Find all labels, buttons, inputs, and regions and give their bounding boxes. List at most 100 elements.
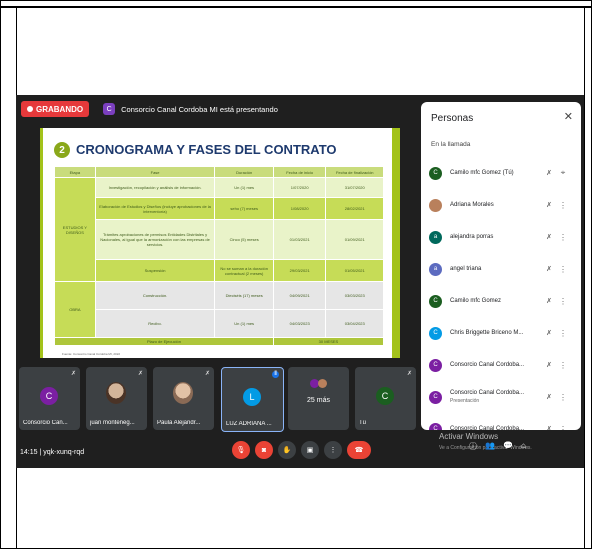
pin-icon[interactable]: ⌖ [556,168,570,178]
table-row: OBRA Construcción. Dieciséis (17) meses … [54,281,384,338]
activate-windows-title: Activar Windows [439,432,499,441]
avatar [318,379,327,388]
table-cell: Elaboración de Estudios y Diseños (inclu… [94,197,216,220]
more-options-icon[interactable]: ⋮ [556,233,570,242]
participant-name: Camilo mfc Gomez [450,297,542,305]
more-options-icon[interactable]: ⋮ [556,201,570,210]
recording-badge: GRABANDO [21,101,90,117]
more-options-icon[interactable]: ⋮ [556,361,570,370]
table-row: ESTUDIOS Y DISEÑOS Investigación, recopi… [54,177,384,282]
more-count: 25 más [307,397,330,404]
table-row: Suspensión No se suman a la duración con… [55,259,384,282]
close-icon[interactable]: ✕ [564,110,573,123]
table-total-row: Plazo de Ejecución 30 MESES [54,337,385,346]
camera-off-icon[interactable]: ◙ [255,441,273,459]
table-row: Recibo. Un (1) mes 04/03/2023 03/04/2023 [55,309,384,338]
table-cell: Suspensión [94,259,216,282]
presenter-avatar: C [103,103,116,115]
meet-topbar: GRABANDO C Consorcio Canal Cordoba MI es… [16,95,426,123]
participant-tile[interactable]: ✗ C Consorcio Can... [19,367,80,430]
more-options-icon[interactable]: ⋮ [556,393,570,402]
tile-name: Tú [359,420,367,426]
table-header-row: Etapa Fase Duración Fecha de inicio Fech… [54,166,384,178]
table-cell: Construcción. [94,281,216,310]
table-cell: 04/03/2023 [272,309,327,338]
participant-row[interactable]: a alejandra porras ✗ ⋮ [421,221,581,253]
table-cell: 1/08/2020 [272,197,327,220]
speaking-icon: ⦀ [272,371,279,378]
participant-row[interactable]: C Camilo mfc Gomez ✗ ⋮ [421,285,581,317]
present-screen-icon[interactable]: ▣ [301,441,319,459]
participant-row[interactable]: C Consorcio Canal Cordoba... ✗ ⋮ [421,349,581,381]
participant-tile[interactable]: ✗ juan monteneg... [86,367,147,430]
table-cell: No se suman a la duración contractual (2… [214,259,274,282]
mic-off-icon[interactable]: ✗ [542,297,556,305]
people-panel: Personas ✕ En la llamada C Camilo mfc Gom… [421,102,581,430]
participant-row[interactable]: C Chris Briggette Briceno M... ✗ ⋮ [421,317,581,349]
avatar: L [243,388,261,406]
mic-off-icon[interactable]: ✗ [542,361,556,369]
more-options-icon[interactable]: ⋮ [324,441,342,459]
mic-off-icon[interactable]: ✗ [542,393,556,401]
raise-hand-icon[interactable]: ✋ [278,441,296,459]
table-cell: 28/02/2021 [325,197,384,220]
more-options-icon[interactable]: ⋮ [556,265,570,274]
mic-off-icon[interactable]: ✗ [542,201,556,209]
more-options-icon[interactable]: ⋮ [556,297,570,306]
end-call-icon[interactable]: ☎ [347,441,371,459]
participant-name-text: alejandra porras [450,234,494,240]
mic-off-icon[interactable]: ✗ [542,169,556,177]
table-cell: 01/03/2021 [272,219,327,260]
table-cell: Un (1) mes [214,309,274,338]
avatar: a [429,262,442,276]
total-label: Plazo de Ejecución [54,337,274,346]
tile-name: juan monteneg... [90,420,135,426]
participant-tile-self[interactable]: ✗ C Tú [355,367,416,430]
tile-name: LUZ ADRIANA ... [226,421,272,427]
stage-cell: ESTUDIOS Y DISEÑOS [54,177,96,282]
chat-icon[interactable]: 💬 [503,441,513,452]
avatar [173,382,193,404]
schedule-table: Etapa Fase Duración Fecha de inicio Fech… [54,166,385,346]
more-options-icon[interactable]: ⋮ [556,329,570,338]
slide-left-bar [40,128,43,358]
more-options-icon[interactable]: ⋮ [556,425,570,431]
table-cell: 29/03/2021 [272,259,327,282]
activities-icon[interactable]: ⌂ [521,441,526,452]
table-row: Elaboración de Estudios y Diseños (inclu… [55,197,384,220]
table-cell: 03/04/2023 [325,309,384,338]
participant-list: C Camilo mfc Gomez (Tú) ✗ ⌖ Adriana Morales ✗… [421,157,581,430]
mic-off-icon[interactable]: ✗ [542,233,556,241]
mic-off-icon[interactable]: ✗ [542,425,556,430]
meeting-time: 14:15 [20,449,38,456]
slide-title: CRONOGRAMA Y FASES DEL CONTRATO [76,142,337,157]
mic-off-icon[interactable]: 🎙 [232,441,250,459]
people-icon[interactable]: 👥 [485,441,495,452]
info-icon[interactable]: ⓘ [469,441,477,452]
avatar: C [429,294,442,308]
participant-tiles: ✗ C Consorcio Can... ✗ juan monteneg... … [19,367,419,432]
people-panel-title: Personas [431,113,474,124]
participant-row[interactable]: C Consorcio Canal Cordoba... ✗ ⋮ [421,413,581,430]
participant-name: Adriana Morales [450,201,542,209]
participant-tile[interactable]: ✗ Paula Alejandr... [153,367,214,430]
participant-row[interactable]: a angel triana ✗ ⋮ [421,253,581,285]
table-cell: Recibo. [94,309,216,338]
stage-cell: OBRA [54,281,96,338]
participant-name-text: Chris Briggette Briceno M... [450,330,524,336]
avatar: C [429,358,442,372]
mic-off-icon: ✗ [70,371,76,377]
right-border [584,8,585,549]
mic-off-icon[interactable]: ✗ [542,329,556,337]
participant-row[interactable]: C Consorcio Canal Cordoba... Presentación ✗… [421,381,581,413]
more-participants-tile[interactable]: 25 más [288,367,349,430]
participant-row[interactable]: C Camilo mfc Gomez (Tú) ✗ ⌖ [421,157,581,189]
record-dot-icon [27,106,33,112]
participant-row[interactable]: Adriana Morales ✗ ⋮ [421,189,581,221]
table-cell: 1/07/2020 [272,177,327,198]
table-header: Etapa [54,166,96,178]
participant-tile-active[interactable]: ⦀ L LUZ ADRIANA ... [221,367,284,432]
mic-off-icon[interactable]: ✗ [542,265,556,273]
participant-name: alejandra porras [450,233,542,241]
table-cell: 01/05/2021 [325,259,384,282]
